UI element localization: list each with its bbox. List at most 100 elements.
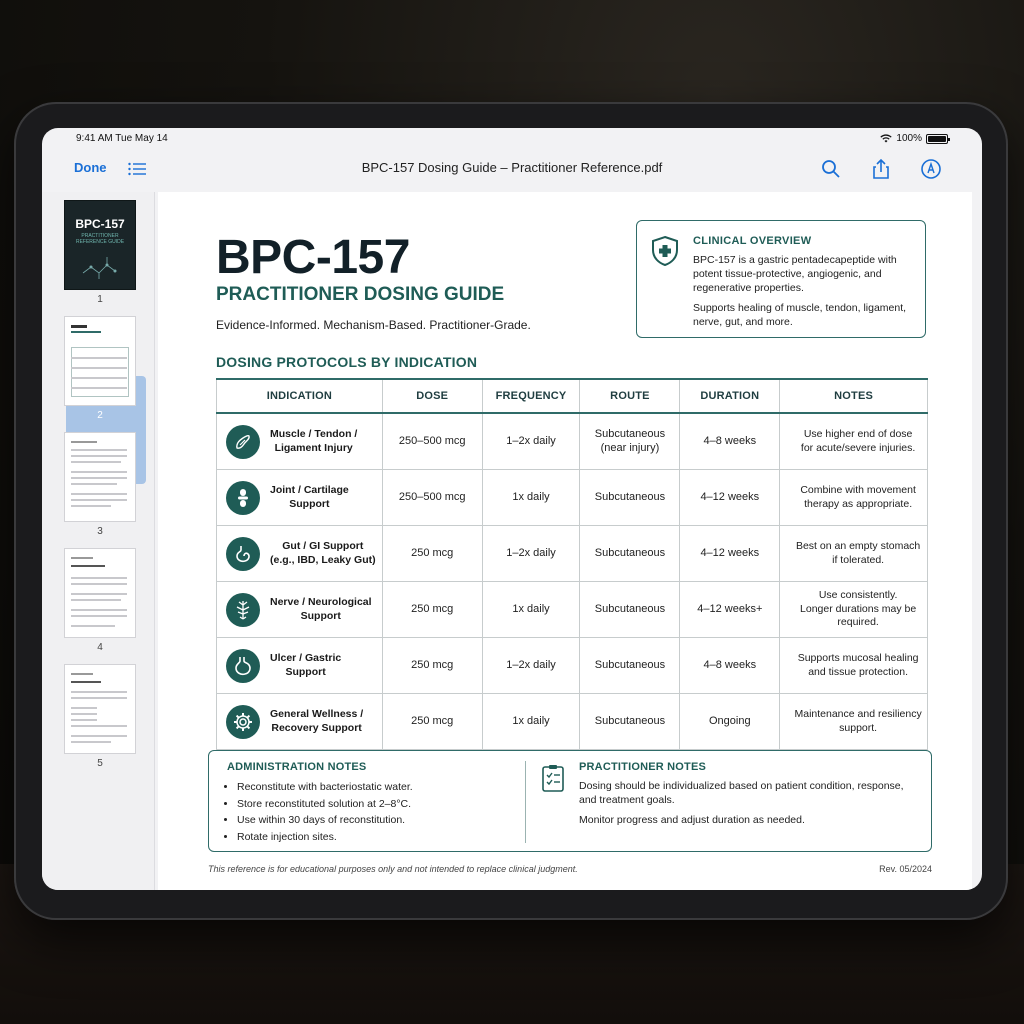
- thumbnail-number: 1: [97, 294, 103, 305]
- table-row: Ulcer / Gastric Support 250 mcg 1–2x dail…: [216, 637, 928, 694]
- duration-cell: 4–8 weeks: [679, 412, 781, 470]
- status-time: 9:41 AM Tue May 14: [76, 133, 168, 144]
- dose-cell: 250 mcg: [381, 693, 483, 750]
- joint-icon: [226, 480, 260, 515]
- notes-cell: Use higher end of dose for acute/severe i…: [779, 412, 928, 470]
- revision-label: Rev. 05/2024: [879, 864, 932, 874]
- notes-cell: Maintenance and resiliency support.: [779, 693, 928, 750]
- overview-paragraph-2: Supports healing of muscle, tendon, liga…: [693, 302, 907, 328]
- dose-cell: 250 mcg: [381, 637, 483, 694]
- nerve-icon: [226, 592, 260, 627]
- duration-cell: 4–8 weeks: [679, 637, 781, 694]
- notes-cell: Use consistently. Longer durations may be…: [779, 581, 928, 638]
- route-cell: Subcutaneous: [579, 469, 681, 526]
- thumbnail-cover-subtitle: PRACTITIONER REFERENCE GUIDE: [75, 233, 125, 245]
- table-header-row: INDICATION DOSE FREQUENCY ROUTE DURATION…: [216, 378, 928, 414]
- indication-label: General Wellness / Recovery Support: [270, 708, 364, 734]
- markup-icon[interactable]: [920, 158, 942, 180]
- indication-label: Gut / GI Support (e.g., IBD, Leaky Gut): [270, 540, 376, 566]
- overview-heading: CLINICAL OVERVIEW: [693, 235, 812, 247]
- thumbnail-page-2[interactable]: 2: [64, 316, 136, 421]
- indication-cell: Ulcer / Gastric Support: [216, 637, 383, 694]
- column-header: NOTES: [779, 378, 928, 414]
- frequency-cell: 1x daily: [481, 693, 581, 750]
- table-row: Nerve / Neurological Support 250 mcg 1x d…: [216, 581, 928, 638]
- thumbnail-preview: [64, 432, 136, 522]
- thumbnail-page-5[interactable]: 5: [64, 664, 136, 769]
- document-page: BPC-157 PRACTITIONER DOSING GUIDE Eviden…: [158, 192, 972, 890]
- thumbnail-number: 4: [97, 642, 103, 653]
- column-header: DOSE: [381, 378, 483, 414]
- duration-cell: 4–12 weeks: [679, 525, 781, 582]
- share-icon[interactable]: [870, 158, 892, 180]
- duration-cell: Ongoing: [679, 693, 781, 750]
- admin-notes-list: Reconstitute with bacteriostatic water. …: [227, 779, 413, 845]
- route-cell: Subcutaneous: [579, 525, 681, 582]
- table-row: General Wellness / Recovery Support 250 m…: [216, 693, 928, 750]
- duration-cell: 4–12 weeks: [679, 469, 781, 526]
- done-button[interactable]: Done: [74, 160, 107, 175]
- thumbnail-number: 2: [97, 410, 103, 421]
- frequency-cell: 1–2x daily: [481, 412, 581, 470]
- route-cell: Subcutaneous: [579, 581, 681, 638]
- route-cell: Subcutaneous: [579, 637, 681, 694]
- indication-cell: Muscle / Tendon / Ligament Injury: [216, 412, 383, 470]
- indication-label: Nerve / Neurological Support: [270, 596, 372, 622]
- thumbnail-cover: BPC-157 PRACTITIONER REFERENCE GUIDE: [64, 200, 136, 290]
- battery-icon: [926, 133, 950, 144]
- status-indicators: 100%: [880, 133, 950, 144]
- frequency-cell: 1–2x daily: [481, 525, 581, 582]
- page-title: BPC-157: [216, 231, 410, 284]
- indication-label: Muscle / Tendon / Ligament Injury: [270, 428, 358, 454]
- notes-box: ADMINISTRATION NOTES Reconstitute with b…: [208, 750, 932, 852]
- list-item: Reconstitute with bacteriostatic water.: [237, 779, 413, 796]
- dose-cell: 250 mcg: [381, 581, 483, 638]
- table-row: Joint / Cartilage Support 250–500 mcg 1x …: [216, 469, 928, 526]
- notes-cell: Supports mucosal healing and tissue prote…: [779, 637, 928, 694]
- practitioner-notes-heading: PRACTITIONER NOTES: [579, 761, 707, 773]
- thumbnail-page-3[interactable]: 3: [64, 432, 136, 537]
- thumbnail-preview: [64, 548, 136, 638]
- route-cell: Subcutaneous: [579, 693, 681, 750]
- search-icon[interactable]: [820, 158, 842, 180]
- status-bar: 9:41 AM Tue May 14 100%: [42, 128, 982, 150]
- thumbnail-number: 3: [97, 526, 103, 537]
- overview-text: BPC-157 is a gastric pentadecapeptide wi…: [693, 253, 921, 335]
- thumbnail-page-1[interactable]: BPC-157 PRACTITIONER REFERENCE GUIDE 1: [64, 200, 136, 305]
- column-header: DURATION: [679, 378, 781, 414]
- practitioner-paragraph-2: Monitor progress and adjust duration as …: [579, 814, 805, 826]
- indication-cell: Gut / GI Support (e.g., IBD, Leaky Gut): [216, 525, 383, 582]
- practitioner-paragraph-1: Dosing should be individualized based on…: [579, 780, 904, 806]
- notes-cell: Combine with movement therapy as appropri…: [779, 469, 928, 526]
- column-header: FREQUENCY: [481, 378, 581, 414]
- list-item: Store reconstituted solution at 2–8°C.: [237, 796, 413, 813]
- indication-cell: Nerve / Neurological Support: [216, 581, 383, 638]
- duration-cell: 4–12 weeks+: [679, 581, 781, 638]
- thumbnail-preview: [64, 316, 136, 406]
- clinical-overview-box: CLINICAL OVERVIEW BPC-157 is a gastric p…: [636, 220, 926, 338]
- dose-cell: 250 mcg: [381, 525, 483, 582]
- indication-cell: General Wellness / Recovery Support: [216, 693, 383, 750]
- table-row: Muscle / Tendon / Ligament Injury 250–500…: [216, 412, 928, 470]
- indication-cell: Joint / Cartilage Support: [216, 469, 383, 526]
- column-header: INDICATION: [216, 378, 383, 414]
- pdf-viewer-screen: 9:41 AM Tue May 14 100% Done BPC-157 Dos…: [42, 128, 982, 890]
- battery-percent: 100%: [896, 133, 922, 144]
- frequency-cell: 1–2x daily: [481, 637, 581, 694]
- route-cell: Subcutaneous (near injury): [579, 412, 681, 470]
- clipboard-icon: [542, 765, 564, 792]
- thumbnail-preview: [64, 664, 136, 754]
- table-row: Gut / GI Support (e.g., IBD, Leaky Gut) 2…: [216, 525, 928, 582]
- admin-notes-heading: ADMINISTRATION NOTES: [227, 761, 367, 773]
- page-subtitle: PRACTITIONER DOSING GUIDE: [216, 284, 505, 305]
- document-title: BPC-157 Dosing Guide – Practitioner Refe…: [361, 160, 663, 175]
- thumbnail-page-4[interactable]: 4: [64, 548, 136, 653]
- list-icon[interactable]: [128, 162, 146, 176]
- gear-icon: [226, 704, 260, 739]
- dose-cell: 250–500 mcg: [381, 412, 483, 470]
- section-heading: DOSING PROTOCOLS BY INDICATION: [216, 354, 478, 370]
- frequency-cell: 1x daily: [481, 581, 581, 638]
- thumbnail-cover-title: BPC-157: [75, 217, 125, 231]
- indication-label: Ulcer / Gastric Support: [270, 652, 342, 678]
- molecule-icon: [82, 257, 117, 279]
